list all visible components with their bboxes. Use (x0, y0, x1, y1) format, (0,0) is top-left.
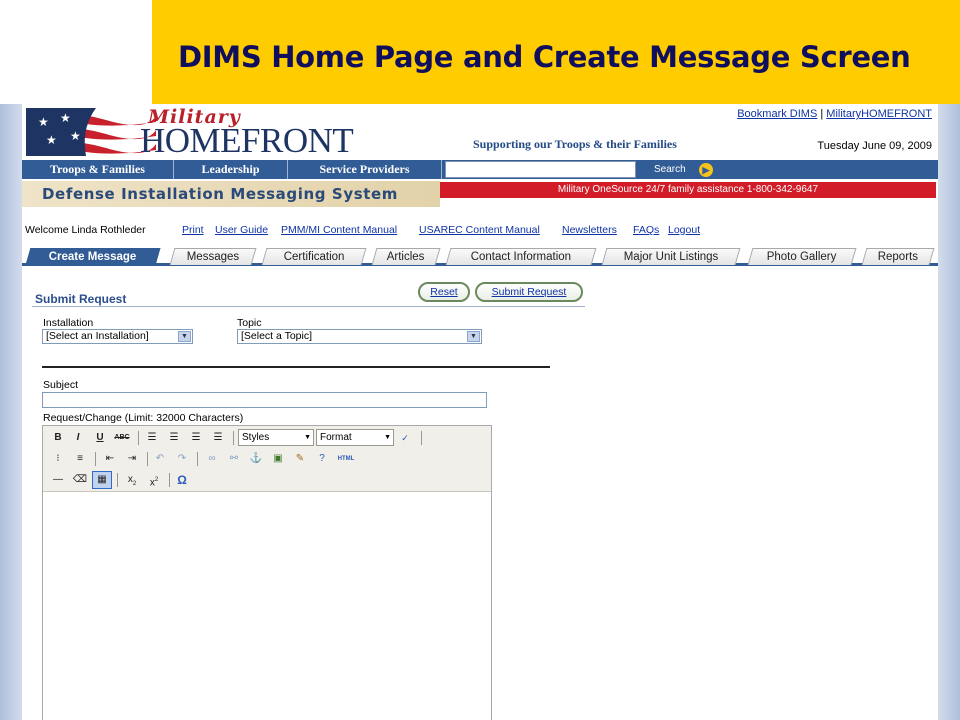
anchor-icon[interactable]: ⚓ (247, 451, 265, 467)
top-links: Bookmark DIMS | MilitaryHOMEFRONT (737, 108, 932, 120)
eraser-icon[interactable]: ⌫ (71, 472, 89, 488)
welcome-row: Welcome Linda Rothleder Print User Guide… (25, 224, 925, 238)
search-input[interactable] (445, 161, 636, 178)
tab-messages[interactable]: Messages (169, 248, 257, 265)
usarec-content-manual-link[interactable]: USAREC Content Manual (419, 224, 540, 236)
outdent-icon[interactable]: ⇤ (101, 451, 119, 467)
main-nav: Troops & Families Leadership Service Pro… (22, 160, 938, 179)
subscript-icon[interactable]: x2 (123, 472, 141, 488)
installation-label: Installation (43, 317, 94, 329)
editor-toolbar: B I U ABC ☰ ☰ ☰ ☰ Styles ▼ Format ▼ ✓ ⁝ ≡ … (43, 426, 491, 492)
tab-photo-gallery[interactable]: Photo Gallery (747, 248, 857, 265)
section-divider (32, 306, 585, 307)
link-icon[interactable]: ∞ (203, 451, 221, 467)
redo-icon[interactable]: ↷ (173, 451, 191, 467)
svg-text:★: ★ (46, 133, 57, 147)
site-tagline: Supporting our Troops & their Families (473, 137, 677, 151)
flag-logo-icon: ★ ★ ★ ★ (26, 108, 156, 156)
link-separator: | (820, 108, 824, 120)
chevron-down-icon: ▼ (178, 331, 191, 342)
tab-articles[interactable]: Articles (371, 248, 441, 265)
faqs-link[interactable]: FAQs (633, 224, 659, 236)
tab-create-message[interactable]: Create Message (25, 248, 161, 265)
align-left-icon[interactable]: ☰ (143, 430, 161, 446)
pmm-content-manual-link[interactable]: PMM/MI Content Manual (281, 224, 397, 236)
svg-text:★: ★ (38, 115, 49, 129)
reset-button[interactable]: Reset (418, 282, 470, 302)
numbered-list-icon[interactable]: ≡ (71, 451, 89, 467)
topic-label: Topic (237, 317, 262, 329)
submit-request-button[interactable]: Submit Request (475, 282, 583, 302)
html-source-button[interactable]: HTML (335, 451, 357, 467)
topic-select[interactable]: [Select a Topic] ▼ (237, 329, 482, 344)
browser-screen: ★ ★ ★ ★ Military HOMEFRONT Supporting ou… (22, 104, 938, 720)
tab-reports[interactable]: Reports (861, 248, 935, 265)
search-go-icon[interactable]: ▶ (699, 163, 713, 177)
subject-label: Subject (43, 379, 79, 391)
print-link[interactable]: Print (182, 224, 204, 236)
cleanup-icon[interactable]: ✎ (291, 451, 309, 467)
rich-text-editor[interactable]: B I U ABC ☰ ☰ ☰ ☰ Styles ▼ Format ▼ ✓ ⁝ ≡ … (42, 425, 492, 720)
bold-button[interactable]: B (49, 430, 67, 446)
image-icon[interactable]: ▣ (269, 451, 287, 467)
newsletters-link[interactable]: Newsletters (562, 224, 617, 236)
bullet-list-icon[interactable]: ⁝ (49, 451, 67, 467)
chevron-down-icon: ▼ (304, 434, 311, 441)
system-title: Defense Installation Messaging System (42, 185, 399, 203)
search-label: Search (654, 164, 686, 175)
table-icon[interactable]: ▦ (92, 471, 112, 489)
welcome-text: Welcome Linda Rothleder (25, 224, 146, 236)
align-right-icon[interactable]: ☰ (187, 430, 205, 446)
onesource-banner: Military OneSource 24/7 family assistanc… (440, 182, 936, 198)
tab-bar: Create Message Messages Certification Ar… (22, 248, 938, 266)
styles-dropdown[interactable]: Styles ▼ (238, 429, 314, 446)
svg-text:★: ★ (70, 129, 81, 143)
request-label: Request/Change (Limit: 32000 Characters) (43, 412, 244, 424)
svg-text:★: ★ (60, 111, 71, 125)
undo-icon[interactable]: ↶ (151, 451, 169, 467)
unlink-icon[interactable]: ⚯ (225, 451, 243, 467)
military-homefront-link[interactable]: MilitaryHOMEFRONT (826, 108, 932, 120)
strikethrough-button[interactable]: ABC (113, 430, 131, 446)
align-justify-icon[interactable]: ☰ (209, 430, 227, 446)
nav-troops-families[interactable]: Troops & Families (22, 160, 174, 179)
logout-link[interactable]: Logout (668, 224, 700, 236)
special-character-icon[interactable]: Ω (173, 472, 191, 488)
tab-contact-information[interactable]: Contact Information (445, 248, 597, 265)
form-divider (42, 366, 550, 368)
horizontal-rule-icon[interactable]: — (49, 472, 67, 488)
user-guide-link[interactable]: User Guide (215, 224, 268, 236)
chevron-down-icon: ▼ (467, 331, 480, 342)
slide-title: DIMS Home Page and Create Message Screen (178, 40, 911, 74)
help-icon[interactable]: ? (313, 451, 331, 467)
tab-major-unit-listings[interactable]: Major Unit Listings (601, 248, 741, 265)
site-header: ★ ★ ★ ★ Military HOMEFRONT Supporting ou… (22, 104, 938, 160)
subject-input[interactable] (42, 392, 487, 408)
installation-select[interactable]: [Select an Installation] ▼ (42, 329, 193, 344)
tab-certification[interactable]: Certification (261, 248, 367, 265)
logo-homefront-text: HOMEFRONT (140, 121, 354, 160)
spellcheck-icon[interactable]: ✓ (396, 430, 414, 446)
underline-button[interactable]: U (91, 430, 109, 446)
align-center-icon[interactable]: ☰ (165, 430, 183, 446)
superscript-icon[interactable]: x2 (145, 472, 163, 488)
nav-service-providers[interactable]: Service Providers (288, 160, 442, 179)
format-dropdown[interactable]: Format ▼ (316, 429, 394, 446)
nav-leadership[interactable]: Leadership (174, 160, 288, 179)
section-title: Submit Request (35, 292, 127, 306)
current-date: Tuesday June 09, 2009 (817, 140, 932, 152)
italic-button[interactable]: I (69, 430, 87, 446)
system-title-bar: Defense Installation Messaging System (22, 181, 440, 207)
bookmark-dims-link[interactable]: Bookmark DIMS (737, 108, 817, 120)
indent-icon[interactable]: ⇥ (123, 451, 141, 467)
chevron-down-icon: ▼ (384, 434, 391, 441)
